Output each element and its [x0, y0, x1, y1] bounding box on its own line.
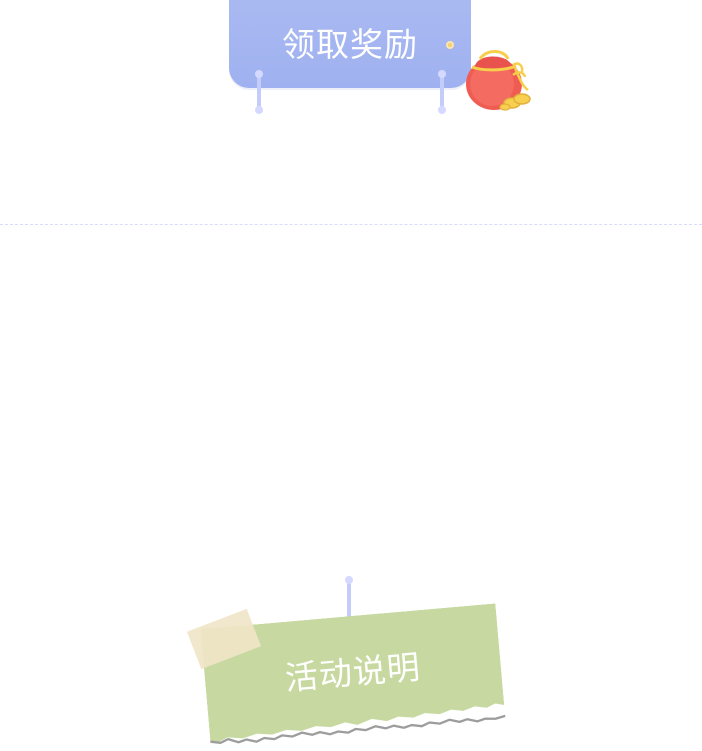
claim-reward-label: 领取奖励 — [282, 25, 418, 64]
center-post-top-knob — [345, 576, 353, 584]
activity-description-widget: 活动说明 — [186, 576, 512, 750]
left-support-bottom-knob — [255, 106, 263, 114]
right-support-post — [438, 70, 446, 114]
left-support-top-knob — [255, 70, 263, 78]
yellow-dot-icon — [446, 41, 454, 49]
right-support-bottom-knob — [438, 106, 446, 114]
claim-reward-widget: 领取奖励 — [229, 0, 471, 116]
left-support-post — [255, 70, 263, 114]
claim-reward-button[interactable]: 领取奖励 — [229, 0, 471, 88]
dashed-separator — [0, 224, 702, 225]
right-support-top-knob — [438, 70, 446, 78]
red-lucky-bag-icon — [458, 41, 536, 113]
